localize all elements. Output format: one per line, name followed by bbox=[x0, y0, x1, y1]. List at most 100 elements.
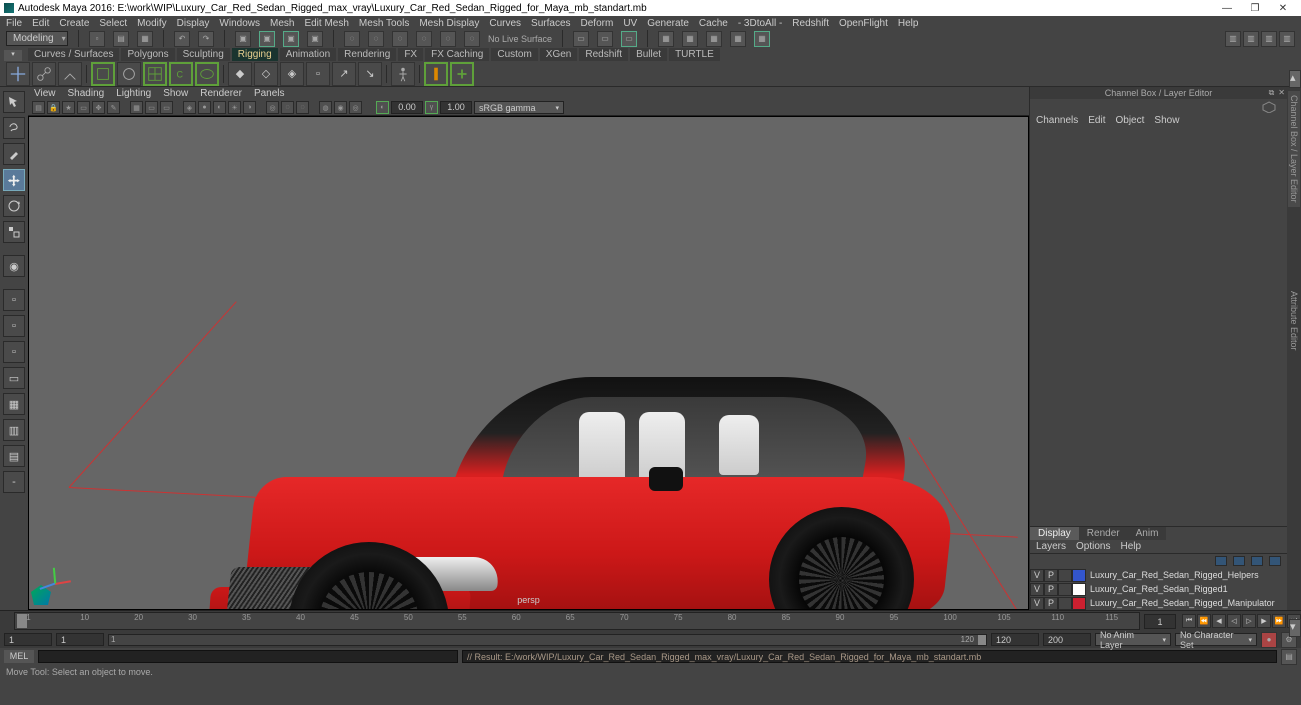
anim-layer-dropdown[interactable]: No Anim Layer bbox=[1095, 633, 1171, 646]
shelf-tab-curves-surfaces[interactable]: Curves / Surfaces bbox=[28, 48, 119, 61]
vp-wireframe[interactable]: ◈ bbox=[183, 101, 196, 114]
vp-xray[interactable]: ◌ bbox=[281, 101, 294, 114]
close-button[interactable]: ✕ bbox=[1269, 3, 1297, 14]
layer-playback-toggle[interactable]: P bbox=[1044, 569, 1058, 582]
panel-close-button[interactable]: ✕ bbox=[1278, 87, 1285, 99]
panel-layout-3-button[interactable]: ▥ bbox=[1261, 31, 1277, 47]
menu-edit-mesh[interactable]: Edit Mesh bbox=[304, 18, 348, 29]
menu-openflight[interactable]: OpenFlight bbox=[839, 18, 888, 29]
layout-two-button[interactable]: ▥ bbox=[3, 419, 25, 441]
vp-menu-shading[interactable]: Shading bbox=[68, 88, 105, 99]
layer-menu-layers[interactable]: Layers bbox=[1036, 541, 1066, 552]
vp-menu-lighting[interactable]: Lighting bbox=[116, 88, 151, 99]
menu-mesh-display[interactable]: Mesh Display bbox=[419, 18, 479, 29]
shelf-quick-rig-button[interactable] bbox=[424, 62, 448, 86]
layer-down-button[interactable] bbox=[1251, 556, 1263, 566]
layer-visibility-toggle[interactable]: V bbox=[1030, 597, 1044, 610]
cb-menu-object[interactable]: Object bbox=[1116, 115, 1145, 126]
paint-select-tool[interactable] bbox=[3, 143, 25, 165]
lasso-tool[interactable] bbox=[3, 117, 25, 139]
step-forward-key-button[interactable]: ⏩ bbox=[1272, 614, 1286, 628]
layer-tab-anim[interactable]: Anim bbox=[1128, 527, 1167, 540]
shelf-tab-sculpting[interactable]: Sculpting bbox=[177, 48, 230, 61]
menu-redshift[interactable]: Redshift bbox=[792, 18, 829, 29]
menu-modify[interactable]: Modify bbox=[137, 18, 166, 29]
panel-undock-button[interactable]: ⧉ bbox=[1269, 87, 1275, 99]
shelf-tab-custom[interactable]: Custom bbox=[491, 48, 537, 61]
vp-shaded[interactable]: ● bbox=[198, 101, 211, 114]
layer-menu-help[interactable]: Help bbox=[1120, 541, 1141, 552]
minimize-button[interactable]: — bbox=[1213, 3, 1241, 14]
vp-image-plane[interactable]: ▭ bbox=[77, 101, 90, 114]
rotate-tool[interactable] bbox=[3, 195, 25, 217]
go-to-start-button[interactable]: ⏮ bbox=[1182, 614, 1196, 628]
layer-tab-render[interactable]: Render bbox=[1079, 527, 1128, 540]
cb-menu-edit[interactable]: Edit bbox=[1088, 115, 1105, 126]
undo-button[interactable]: ↶ bbox=[174, 31, 190, 47]
ipr-render-button[interactable]: ▦ bbox=[682, 31, 698, 47]
range-start-field[interactable]: 1 bbox=[4, 633, 52, 646]
menu-edit[interactable]: Edit bbox=[32, 18, 49, 29]
vp-select-camera[interactable]: ▤ bbox=[32, 101, 45, 114]
shelf-locator-button[interactable] bbox=[6, 62, 30, 86]
layer-type-cell[interactable] bbox=[1058, 569, 1072, 582]
range-end-field[interactable]: 200 bbox=[1043, 633, 1091, 646]
hypershade-button[interactable]: ▦ bbox=[754, 31, 770, 47]
layer-playback-toggle[interactable]: P bbox=[1044, 597, 1058, 610]
shelf-tab-fx-caching[interactable]: FX Caching bbox=[425, 48, 489, 61]
layer-menu-options[interactable]: Options bbox=[1076, 541, 1110, 552]
panel-layout-4-button[interactable]: ▥ bbox=[1279, 31, 1295, 47]
render-view-button[interactable]: ▦ bbox=[730, 31, 746, 47]
layer-type-cell[interactable] bbox=[1058, 597, 1072, 610]
layer-row[interactable]: VPLuxury_Car_Red_Sedan_Rigged_Helpers bbox=[1030, 568, 1287, 582]
vp-2d-pan[interactable]: ✥ bbox=[92, 101, 105, 114]
layer-row[interactable]: VPLuxury_Car_Red_Sedan_Rigged1 bbox=[1030, 582, 1287, 596]
shelf-tab-animation[interactable]: Animation bbox=[280, 48, 336, 61]
shelf-ik-button[interactable] bbox=[58, 62, 82, 86]
layer-type-cell[interactable] bbox=[1058, 583, 1072, 596]
menu-generate[interactable]: Generate bbox=[647, 18, 689, 29]
layer-add-selected-button[interactable] bbox=[1269, 556, 1281, 566]
render-settings-button[interactable]: ▦ bbox=[706, 31, 722, 47]
view-cube-icon[interactable] bbox=[1257, 101, 1281, 113]
vp-motion-blur[interactable]: ◉ bbox=[334, 101, 347, 114]
playback-start-field[interactable]: 1 bbox=[56, 633, 104, 646]
select-object-button[interactable]: ▣ bbox=[283, 31, 299, 47]
menu-create[interactable]: Create bbox=[59, 18, 89, 29]
cb-menu-channels[interactable]: Channels bbox=[1036, 115, 1078, 126]
snap-live-button[interactable]: ◌ bbox=[440, 31, 456, 47]
range-slider-track[interactable]: 1 120 bbox=[108, 634, 987, 646]
shelf-menu-button[interactable]: ▾ bbox=[4, 50, 22, 61]
menu-help[interactable]: Help bbox=[898, 18, 919, 29]
toggle-history-button[interactable]: ▭ bbox=[597, 31, 613, 47]
command-input[interactable] bbox=[38, 650, 458, 663]
menu-mesh[interactable]: Mesh bbox=[270, 18, 294, 29]
select-component-button[interactable]: ▣ bbox=[307, 31, 323, 47]
vp-film-gate[interactable]: ▭ bbox=[145, 101, 158, 114]
snap-center-button[interactable]: ◌ bbox=[464, 31, 480, 47]
shelf-constraint-orient-button[interactable]: ◇ bbox=[254, 62, 278, 86]
character-set-dropdown[interactable]: No Character Set bbox=[1175, 633, 1257, 646]
layer-playback-toggle[interactable]: P bbox=[1044, 583, 1058, 596]
shelf-constraint-point-button[interactable]: ◆ bbox=[228, 62, 252, 86]
shelf-constraint-scale-button[interactable]: ▫ bbox=[306, 62, 330, 86]
shelf-tab-xgen[interactable]: XGen bbox=[540, 48, 578, 61]
vp-ao[interactable]: ◍ bbox=[319, 101, 332, 114]
vp-lights[interactable]: ☀ bbox=[228, 101, 241, 114]
current-frame-field[interactable]: 1 bbox=[1144, 614, 1176, 629]
render-button[interactable]: ▦ bbox=[658, 31, 674, 47]
menu-display[interactable]: Display bbox=[177, 18, 210, 29]
menu-windows[interactable]: Windows bbox=[219, 18, 260, 29]
snap-toggle-3[interactable]: ▫ bbox=[3, 341, 25, 363]
shelf-tab-rendering[interactable]: Rendering bbox=[338, 48, 396, 61]
viewport-persp[interactable]: persp bbox=[28, 116, 1029, 610]
shelf-tab-turtle[interactable]: TURTLE bbox=[669, 48, 720, 61]
shelf-paint-weights-button[interactable] bbox=[117, 62, 141, 86]
shelf-tab-fx[interactable]: FX bbox=[398, 48, 423, 61]
vp-grid-button[interactable]: ▦ bbox=[130, 101, 143, 114]
layer-color-swatch[interactable] bbox=[1072, 583, 1086, 596]
layer-color-swatch[interactable] bbox=[1072, 597, 1086, 610]
side-tab-1[interactable]: Attribute Editor bbox=[1288, 287, 1300, 355]
shelf-constraint-parent-button[interactable]: ◈ bbox=[280, 62, 304, 86]
construction-history-button[interactable]: ▭ bbox=[573, 31, 589, 47]
